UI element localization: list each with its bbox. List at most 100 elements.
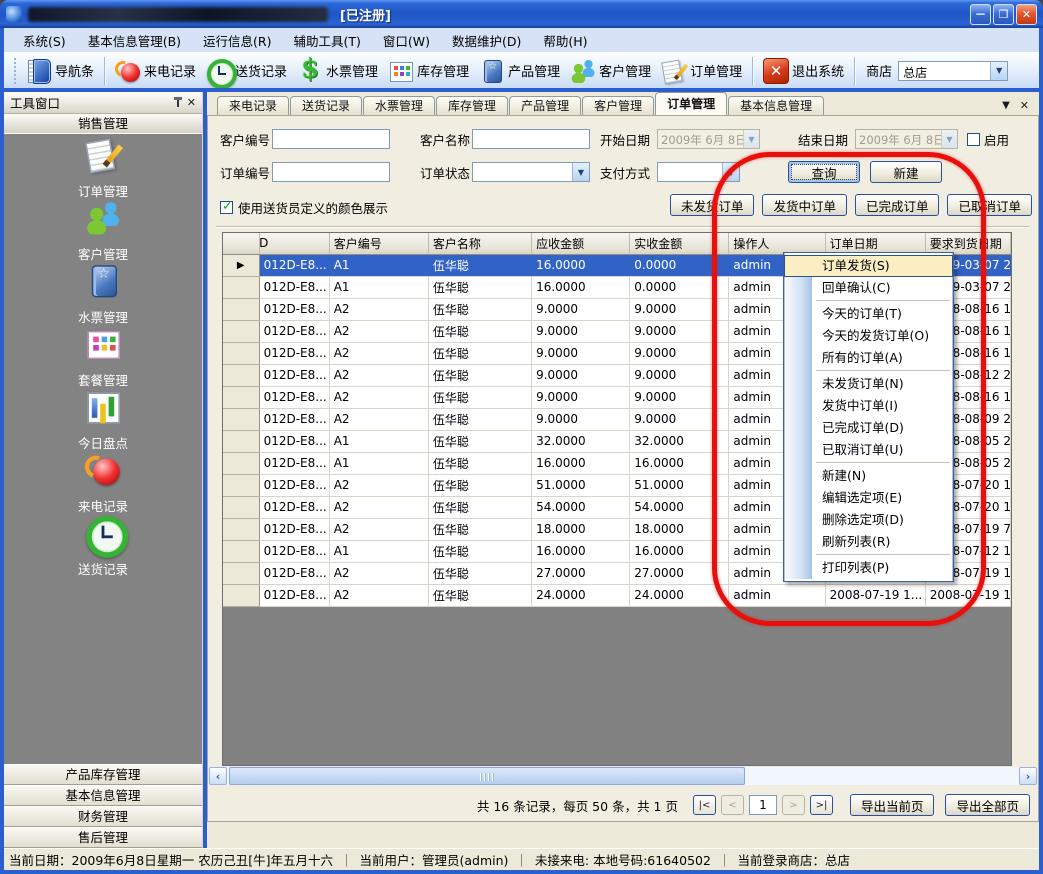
column-header[interactable]: ID [259, 233, 329, 254]
tab-订单管理[interactable]: 订单管理 [655, 92, 727, 115]
row-selector-cell[interactable] [223, 386, 259, 408]
tab-产品管理[interactable]: 产品管理 [509, 96, 581, 115]
toolbar-delivery-clock-button[interactable]: 送货记录 [201, 56, 292, 86]
chevron-down-icon[interactable]: ▼ [941, 130, 957, 148]
row-selector-cell[interactable] [223, 518, 259, 540]
tab-送货记录[interactable]: 送货记录 [290, 96, 362, 115]
last-page-button[interactable]: >| [810, 795, 833, 815]
row-selector-cell[interactable] [223, 408, 259, 430]
next-page-button[interactable]: > [782, 795, 805, 815]
start-date-picker[interactable]: 2009年 6月 8日▼ [657, 129, 760, 149]
sidebar-item-delivery-clock[interactable]: 送货记录 [4, 526, 202, 589]
chevron-down-icon[interactable]: ▼ [990, 62, 1007, 80]
sidebar-group-button[interactable]: 基本信息管理 [4, 785, 202, 806]
chevron-down-icon[interactable]: ▼ [722, 163, 739, 181]
context-menu-item[interactable]: 未发货订单(N) [784, 373, 953, 395]
sidebar-group-button[interactable]: 产品库存管理 [4, 764, 202, 785]
context-menu-item[interactable]: 今天的发货订单(O) [784, 325, 953, 347]
row-selector-cell[interactable] [223, 364, 259, 386]
context-menu-item[interactable]: 发货中订单(I) [784, 395, 953, 417]
pin-icon[interactable] [172, 97, 183, 108]
row-selector-cell[interactable] [223, 342, 259, 364]
status-filter-button[interactable]: 未发货订单 [670, 194, 755, 216]
order-status-select[interactable]: ▼ [472, 162, 590, 182]
tab-库存管理[interactable]: 库存管理 [436, 96, 508, 115]
customer-code-input[interactable] [272, 129, 390, 149]
column-header[interactable]: 操作人 [729, 233, 825, 254]
column-header[interactable]: 应收金额 [532, 233, 630, 254]
menubar-item[interactable]: 帮助(H) [532, 28, 598, 53]
tab-水票管理[interactable]: 水票管理 [363, 96, 435, 115]
sidebar-group-button[interactable]: 财务管理 [4, 806, 202, 827]
toolbar-order-scroll-button[interactable]: 订单管理 [656, 56, 747, 86]
pay-method-select[interactable]: ▼ [657, 162, 740, 182]
row-selector-cell[interactable] [223, 474, 259, 496]
tab-来电记录[interactable]: 来电记录 [217, 96, 289, 115]
column-header[interactable]: 要求到货日期 [925, 233, 1010, 254]
context-menu-item[interactable]: 打印列表(P) [784, 557, 953, 579]
chevron-down-icon[interactable]: ▼ [572, 163, 589, 181]
column-header[interactable]: 客户名称 [428, 233, 531, 254]
column-header[interactable] [223, 233, 259, 254]
scroll-left-icon[interactable]: ‹ [209, 767, 227, 785]
sidebar-group-sales[interactable]: 销售管理 [4, 114, 202, 134]
prev-page-button[interactable]: < [721, 795, 744, 815]
tab-close-icon[interactable]: ✕ [1020, 100, 1029, 111]
export-all-pages-button[interactable]: 导出全部页 [945, 794, 1030, 816]
tab-客户管理[interactable]: 客户管理 [582, 96, 654, 115]
export-current-page-button[interactable]: 导出当前页 [850, 794, 935, 816]
row-selector-cell[interactable] [223, 540, 259, 562]
context-menu-item[interactable]: 今天的订单(T) [784, 303, 953, 325]
status-filter-button[interactable]: 已取消订单 [947, 194, 1032, 216]
toolbar-grip[interactable] [12, 58, 17, 84]
toolbar-exit-x-button[interactable]: 退出系统 [758, 56, 849, 86]
toolbar-dollar-button[interactable]: 水票管理 [292, 56, 383, 86]
row-selector-cell[interactable] [223, 562, 259, 584]
menubar-item[interactable]: 系统(S) [12, 28, 77, 53]
row-selector-cell[interactable] [223, 430, 259, 452]
enable-checkbox[interactable] [967, 133, 980, 146]
customer-name-input[interactable] [472, 129, 590, 149]
row-selector-cell[interactable] [223, 276, 259, 298]
menubar-item[interactable]: 数据维护(D) [441, 28, 532, 53]
tool-window-close-icon[interactable]: ✕ [187, 97, 196, 108]
table-row[interactable]: 012D-E8...A2伍华聪24.000024.0000admin2008-0… [223, 584, 1011, 606]
toolbar-inventory-grid-button[interactable]: 库存管理 [383, 56, 474, 86]
row-selector-cell[interactable]: ▶ [223, 254, 259, 276]
column-header[interactable]: 客户编号 [329, 233, 428, 254]
first-page-button[interactable]: |< [693, 795, 716, 815]
column-header[interactable]: 订单日期 [825, 233, 925, 254]
status-filter-button[interactable]: 已完成订单 [855, 194, 940, 216]
context-menu-item[interactable]: 删除选定项(D) [784, 509, 953, 531]
minimize-button[interactable]: － [970, 4, 991, 25]
chevron-down-icon[interactable]: ▼ [743, 130, 759, 148]
row-selector-cell[interactable] [223, 298, 259, 320]
end-date-picker[interactable]: 2009年 6月 8日▼ [855, 129, 958, 149]
new-button[interactable]: 新建 [870, 161, 942, 183]
menubar-item[interactable]: 运行信息(R) [192, 28, 282, 53]
context-menu-item[interactable]: 刷新列表(R) [784, 531, 953, 553]
toolbar-blue-book-button[interactable]: 产品管理 [474, 56, 565, 86]
context-menu-item[interactable]: 回单确认(C) [784, 277, 953, 299]
close-button[interactable]: ✕ [1016, 4, 1037, 25]
row-selector-cell[interactable] [223, 452, 259, 474]
column-header[interactable]: 实收金额 [630, 233, 729, 254]
tab-list-dropdown-icon[interactable]: ▼ [1002, 100, 1010, 111]
toolbar-navbar-book-button[interactable]: 导航条 [21, 56, 99, 86]
toolbar-call-bell-button[interactable]: 来电记录 [110, 56, 201, 86]
page-number-input[interactable]: 1 [749, 795, 777, 815]
row-selector-cell[interactable] [223, 584, 259, 606]
context-menu-item[interactable]: 已完成订单(D) [784, 417, 953, 439]
scroll-right-icon[interactable]: › [1019, 767, 1037, 785]
shop-combobox[interactable]: 总店▼ [898, 61, 1008, 81]
context-menu-item[interactable]: 编辑选定项(E) [784, 487, 953, 509]
order-code-input[interactable] [272, 162, 390, 182]
menubar-item[interactable]: 窗口(W) [372, 28, 441, 53]
maximize-button[interactable]: ❐ [993, 4, 1014, 25]
menubar-item[interactable]: 基本信息管理(B) [77, 28, 192, 53]
row-selector-cell[interactable] [223, 496, 259, 518]
context-menu-item[interactable]: 订单发货(S) [784, 255, 953, 277]
horizontal-scrollbar[interactable]: ‹ › [209, 767, 1037, 785]
color-display-checkbox[interactable] [220, 201, 233, 214]
toolbar-customers-people-button[interactable]: 客户管理 [565, 56, 656, 86]
